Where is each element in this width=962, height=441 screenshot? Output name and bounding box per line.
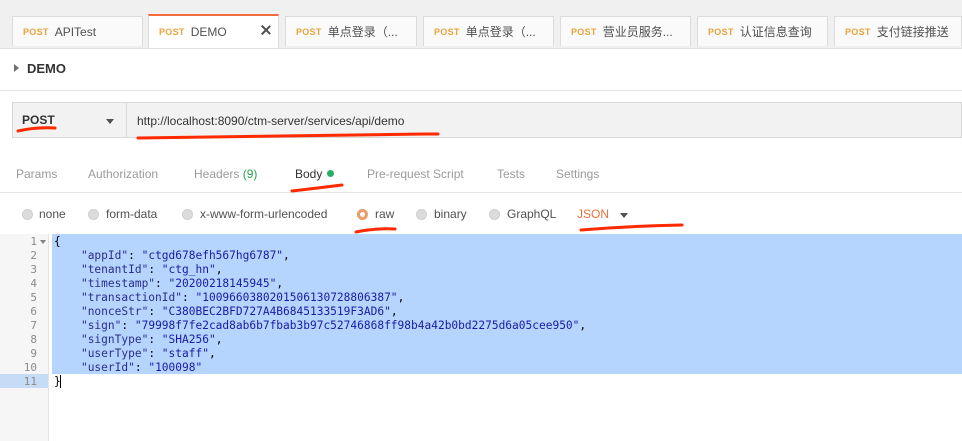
annotation-overlay (16, 126, 684, 234)
annotation-underline-body (290, 183, 344, 193)
annotation-underline-method (16, 126, 57, 133)
annotation-underline-raw (354, 227, 397, 234)
annotation-underline-url (136, 132, 440, 140)
annotation-underline-json (579, 223, 684, 232)
